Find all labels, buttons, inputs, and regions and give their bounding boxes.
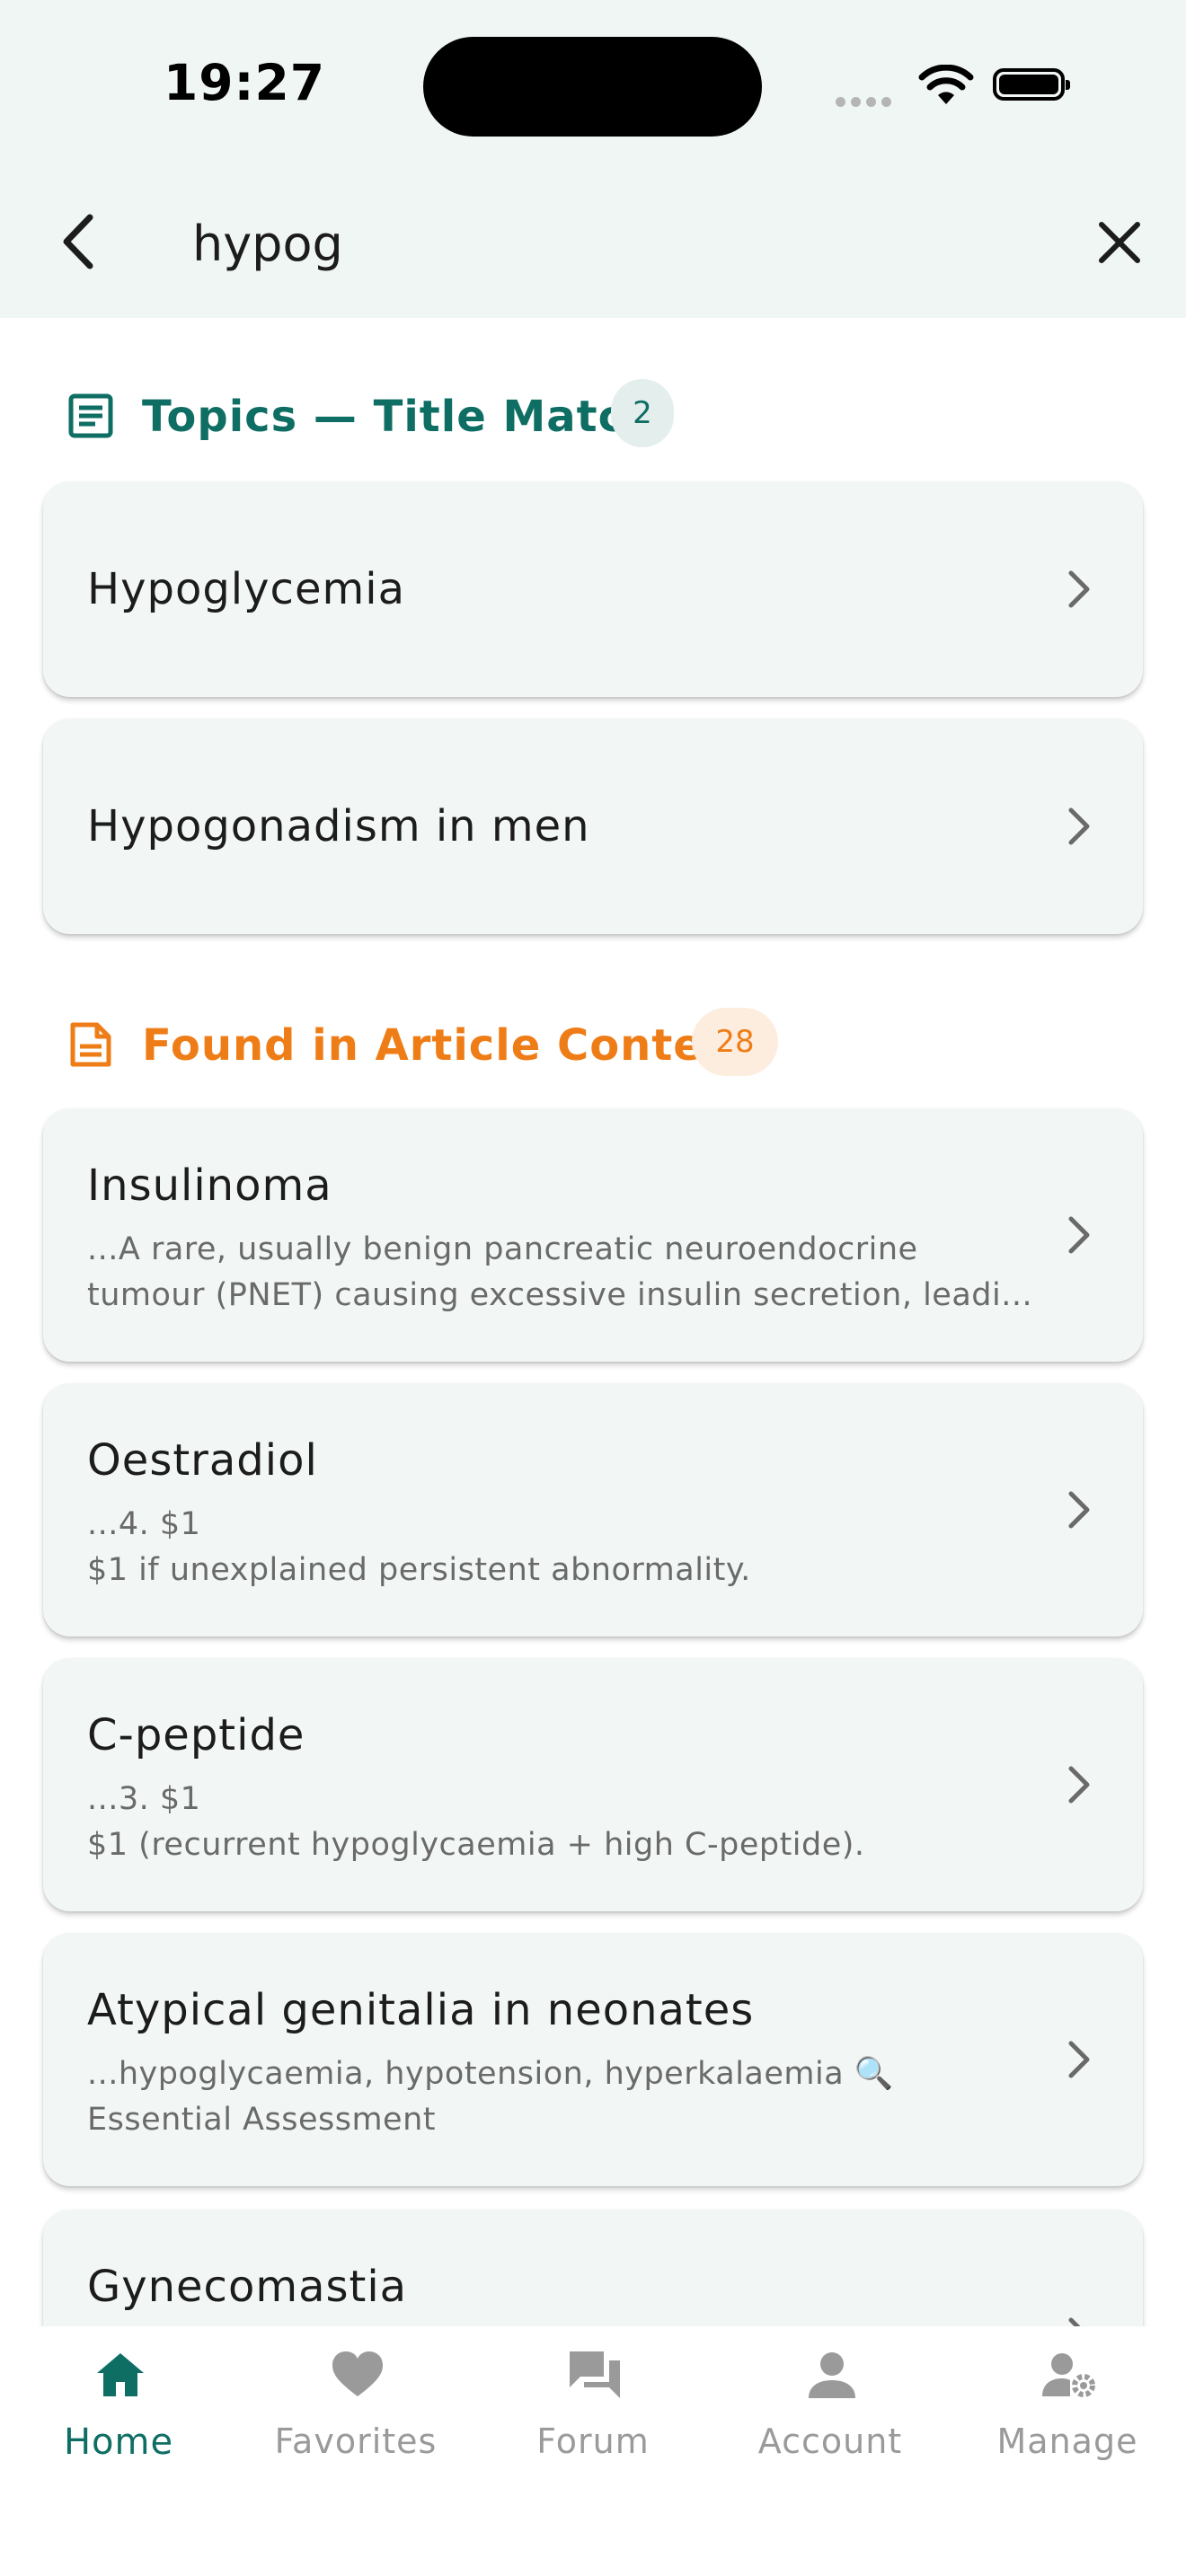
result-card[interactable]: Hypoglycemia [43,481,1143,697]
bottom-navigation: Home Favorites Forum Account Manage [0,2326,1186,2576]
result-snippet: ...4. $1 $1 if unexplained persistent ab… [87,1506,751,1588]
result-title: Gynecomastia [87,2262,408,2312]
nav-manage[interactable]: Manage [969,2326,1166,2506]
result-card[interactable]: Oestradiol ...4. $1 $1 if unexplained pe… [43,1383,1143,1636]
result-title: C-peptide [87,1710,305,1760]
article-icon [68,393,113,438]
result-card[interactable]: Atypical genitalia in neonates ...hypogl… [43,1933,1143,2186]
nav-label: Home [63,2422,174,2463]
nav-account[interactable]: Account [731,2326,929,2506]
back-button[interactable] [52,212,104,271]
nav-favorites[interactable]: Favorites [257,2326,455,2506]
document-icon [70,1022,111,1067]
result-count-badge: 2 [611,379,674,447]
chevron-right-icon [1068,1491,1090,1529]
result-title: Hypoglycemia [87,564,405,614]
nav-forum[interactable]: Forum [494,2326,692,2506]
chevron-right-icon [1068,1216,1090,1254]
result-title: Atypical genitalia in neonates [87,1985,755,2035]
result-snippet: ...A rare, usually benign pancreatic neu… [87,1231,1033,1313]
heart-icon [332,2351,383,2396]
result-count-badge: 28 [692,1008,778,1076]
manage-accounts-icon [1042,2353,1095,2397]
nav-label: Account [757,2422,903,2461]
result-card[interactable]: Hypogonadism in men [43,719,1143,934]
nav-home[interactable]: Home [20,2326,217,2506]
chevron-right-icon [1068,2041,1090,2078]
chevron-right-icon [1068,807,1090,845]
chevron-right-icon [1068,1766,1090,1804]
result-card[interactable]: Insulinoma ...A rare, usually benign pan… [43,1108,1143,1362]
nav-label: Manage [996,2422,1138,2461]
person-icon [809,2352,855,2398]
section-title: Topics — Title Match [142,392,657,442]
result-card[interactable]: C-peptide ...3. $1 $1 (recurrent hypogly… [43,1658,1143,1911]
home-icon [97,2353,144,2396]
forum-icon [570,2351,620,2398]
nav-label: Favorites [274,2422,438,2461]
top-bar: 19:27 [0,0,1186,318]
dynamic-island [423,37,762,137]
result-snippet: ...hypoglycaemia, hypotension, hyperkala… [87,2056,894,2138]
search-input[interactable] [192,209,1001,278]
status-time: 19:27 [164,54,326,111]
result-title: Oestradiol [87,1435,318,1486]
battery-icon [993,68,1070,101]
result-title: Insulinoma [87,1160,332,1211]
result-title: Hypogonadism in men [87,801,590,851]
chevron-right-icon [1068,570,1090,608]
wifi-icon [918,65,974,104]
result-snippet: ...3. $1 $1 (recurrent hypoglycaemia + h… [87,1781,865,1863]
clear-search-button[interactable] [1094,217,1145,268]
nav-label: Forum [536,2422,650,2461]
section-title: Found in Article Content [142,1020,757,1071]
